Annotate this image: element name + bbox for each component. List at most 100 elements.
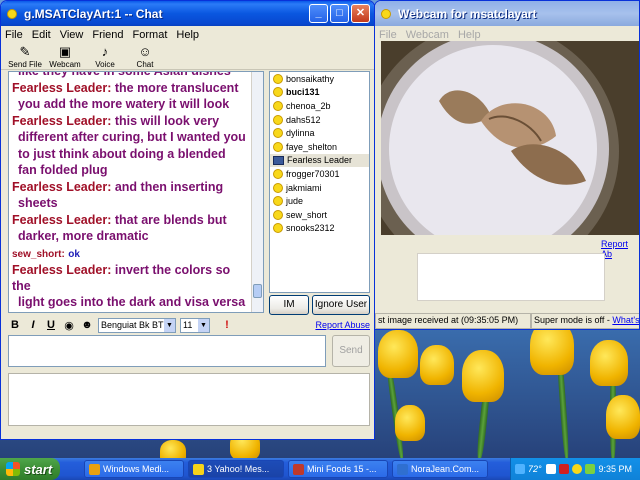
- chat-message: sheets: [12, 196, 249, 212]
- smiley-icon: [273, 128, 283, 139]
- start-button[interactable]: start: [0, 458, 60, 480]
- chat-message: snooks2312: sound neat: [12, 312, 249, 313]
- font-select[interactable]: Benguiat Bk BT ▼: [98, 317, 176, 333]
- chat-scrollbar-thumb[interactable]: [253, 284, 262, 298]
- webcam-menu-help[interactable]: Help: [458, 29, 481, 41]
- webcam-icon: ▣: [58, 44, 72, 59]
- chevron-down-icon: ▼: [164, 318, 175, 332]
- antivirus-icon[interactable]: [558, 464, 569, 474]
- chat-message-sender: Fearless Leader:: [12, 179, 112, 194]
- voice-button[interactable]: ♪ Voice: [85, 44, 125, 69]
- user-list-item[interactable]: jakmiami: [270, 181, 369, 195]
- chat-titlebar[interactable]: g.MSATClayArt:1 -- Chat _ □ ✕: [1, 1, 374, 26]
- menu-help[interactable]: Help: [176, 29, 199, 41]
- user-list-item[interactable]: frogger70301: [270, 167, 369, 181]
- chat-message-text: darker, more dramatic: [18, 229, 149, 243]
- chat-menubar: File Edit View Friend Format Help: [1, 26, 374, 44]
- taskbar-item-norajean[interactable]: NoraJean.Com...: [392, 460, 488, 478]
- webcam-last-image-status: st image received at (09:35:05 PM): [375, 313, 531, 329]
- chat-message: Fearless Leader: the more translucent: [12, 81, 249, 97]
- font-size-select[interactable]: 11 ▼: [180, 317, 210, 333]
- chat-message-text: to just think about doing a blended: [18, 146, 226, 161]
- smiley-icon: [273, 182, 283, 193]
- im-button[interactable]: IM: [269, 295, 309, 315]
- user-list-item[interactable]: sew_short: [270, 208, 369, 222]
- underline-button[interactable]: U: [44, 319, 58, 331]
- user-list-item[interactable]: Fearless Leader: [270, 153, 369, 168]
- report-abuse-link[interactable]: Report Abuse: [315, 320, 370, 330]
- chat-messages-pane[interactable]: like they have in some Asian dishes Fearl…: [8, 71, 264, 313]
- chat-message-text: you add the more watery it will look: [18, 97, 230, 111]
- user-list-item[interactable]: faye_shelton: [270, 140, 369, 154]
- minimize-button[interactable]: _: [309, 4, 328, 23]
- clock: 9:35 PM: [598, 464, 632, 474]
- chat-message-sender: Fearless Leader:: [12, 113, 112, 128]
- user-list-item[interactable]: bonsaikathy: [270, 72, 369, 86]
- webcam-button[interactable]: ▣ Webcam: [45, 44, 85, 69]
- volume-icon[interactable]: [584, 464, 595, 474]
- menu-format[interactable]: Format: [133, 29, 168, 41]
- chat-window: g.MSATClayArt:1 -- Chat _ □ ✕ File Edit …: [0, 0, 375, 440]
- chat-button[interactable]: ☺ Chat: [125, 44, 165, 69]
- taskbar-item-mini-foods[interactable]: Mini Foods 15 -...: [288, 460, 388, 478]
- bold-button[interactable]: B: [8, 319, 22, 331]
- webcam-titlebar[interactable]: Webcam for msatclayart: [375, 1, 639, 26]
- taskbar-item-yahoo-messenger[interactable]: 3 Yahoo! Mes...: [188, 460, 284, 478]
- menu-file[interactable]: File: [5, 29, 23, 41]
- whats-this-link[interactable]: What's th: [612, 315, 639, 325]
- user-list-item[interactable]: dylinna: [270, 126, 369, 140]
- ignore-user-button[interactable]: Ignore User: [312, 295, 370, 315]
- chat-message-text: sheets: [18, 196, 58, 210]
- close-button[interactable]: ✕: [351, 4, 370, 23]
- chat-message-input[interactable]: [8, 335, 326, 367]
- chat-message-text: like they have in some Asian dishes: [18, 71, 231, 78]
- weather-icon[interactable]: [515, 464, 525, 474]
- taskbar-item-windows-media[interactable]: Windows Medi...: [84, 460, 184, 478]
- user-list-item[interactable]: dahs512: [270, 113, 369, 127]
- send-button[interactable]: Send: [332, 335, 370, 367]
- menu-edit[interactable]: Edit: [32, 29, 51, 41]
- user-name: frogger70301: [286, 168, 340, 179]
- chat-message-text: different after curing, but I wanted you: [18, 130, 246, 144]
- menu-friend[interactable]: Friend: [92, 29, 123, 41]
- user-name: sew_short: [286, 209, 328, 220]
- network-icon[interactable]: [545, 464, 556, 474]
- user-list-item[interactable]: buci131: [270, 86, 369, 100]
- user-name: bonsaikathy: [286, 73, 335, 84]
- start-label: start: [24, 461, 53, 477]
- color-palette-icon[interactable]: ◉: [62, 319, 76, 332]
- chat-message-text: the more translucent: [114, 80, 239, 95]
- send-file-label: Send File: [8, 60, 42, 69]
- emoticon-icon[interactable]: ☻: [80, 319, 94, 331]
- webcam-window-icon: [381, 8, 391, 19]
- user-list-item[interactable]: chenoa_2b: [270, 99, 369, 113]
- system-tray: 72° 9:35 PM: [510, 458, 640, 480]
- send-file-button[interactable]: ✎ Send File: [5, 44, 45, 69]
- italic-button[interactable]: I: [26, 319, 40, 331]
- chat-message: Fearless Leader: this will look very: [12, 114, 249, 130]
- maximize-button[interactable]: □: [330, 4, 349, 23]
- windows-media-icon: [89, 463, 100, 475]
- alert-icon[interactable]: !: [220, 319, 234, 331]
- webcam-super-mode-status: Super mode is off - What's th: [531, 313, 639, 329]
- menu-view[interactable]: View: [60, 29, 84, 41]
- webcam-menu-webcam[interactable]: Webcam: [406, 29, 449, 41]
- browser-icon: [397, 463, 408, 475]
- chat-message: fan folded plug: [12, 163, 249, 179]
- webcam-report-abuse-link[interactable]: Report Ab: [601, 239, 639, 259]
- user-list-item[interactable]: snooks2312: [270, 222, 369, 236]
- webcam-label: Webcam: [49, 60, 81, 69]
- chat-message-sender: Fearless Leader:: [12, 263, 112, 277]
- user-name: chenoa_2b: [286, 100, 331, 111]
- chat-window-title: g.MSATClayArt:1 -- Chat: [24, 6, 163, 21]
- webcam-menu-file[interactable]: File: [379, 29, 397, 41]
- chat-scrollbar[interactable]: [251, 72, 263, 312]
- user-name: Fearless Leader: [287, 155, 353, 166]
- user-list-item[interactable]: jude: [270, 194, 369, 208]
- chat-message: Fearless Leader: and then inserting: [12, 180, 249, 196]
- chat-user-list[interactable]: bonsaikathy buci131 chenoa_2b dahs512 dylinn…: [269, 71, 370, 293]
- chat-message-text: fan folded plug: [18, 163, 108, 177]
- chat-message: like they have in some Asian dishes: [12, 71, 249, 80]
- messenger-tray-icon[interactable]: [571, 464, 582, 474]
- chat-message: Fearless Leader: that are blends but: [12, 213, 249, 229]
